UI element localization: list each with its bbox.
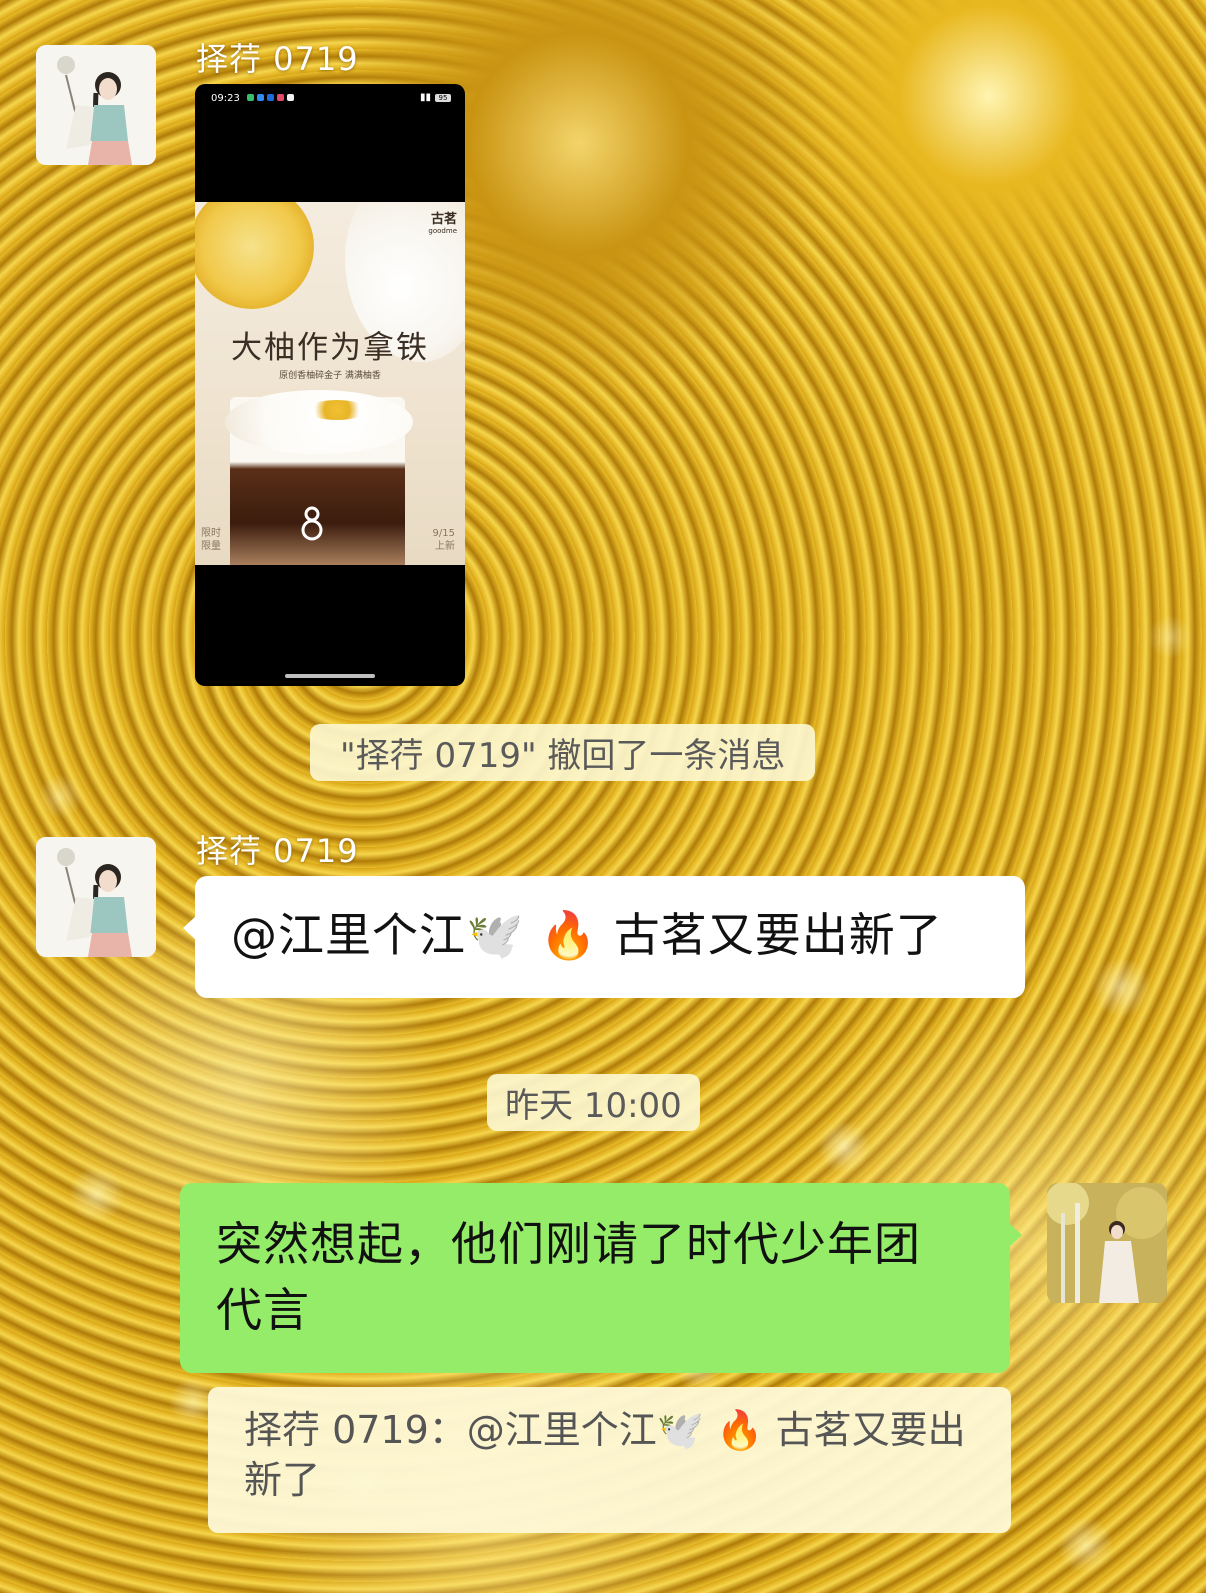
status-time: 09:23 [211,93,240,104]
recall-notice: "择荇 0719" 撤回了一条消息 [310,724,816,781]
poster-left-line1: 限时 [201,528,221,539]
sender-avatar[interactable] [36,837,156,957]
poster-title: 大柚作为拿铁 [231,330,429,366]
poster-limited-note: 限时 限量 [201,527,221,553]
brand-logo: 古茗 goodme [428,208,457,235]
my-avatar[interactable] [1047,1183,1167,1303]
signal-icon: ▮▮ [419,92,431,103]
outgoing-text-bubble[interactable]: 突然想起，他们刚请了时代少年团 代言 [180,1183,1022,1373]
status-right: ▮▮ 95 [420,92,451,103]
avatar-illustration [36,837,156,957]
cup-foam [225,390,413,454]
battery-icon: 95 [435,93,451,102]
quoted-message[interactable]: 择荇 0719：@江里个江🕊️ 🔥 古茗又要出新了 [208,1387,1011,1533]
pomelo-slice-image [195,202,314,309]
poster-date-note: 9/15 上新 [433,527,455,553]
message-text: 突然想起，他们刚请了时代少年团 代言 [216,1211,986,1343]
sender-name: 择荇 0719 [196,832,359,870]
goodme-g-logo-icon [301,506,323,541]
message-line-2: 代言 [216,1283,310,1337]
avatar-illustration [36,45,156,165]
zest-topping [307,400,367,420]
sender-name: 择荇 0719 [196,40,359,78]
poster-left-line2: 限量 [201,541,221,552]
incoming-text-bubble[interactable]: @江里个江🕊️ 🔥 古茗又要出新了 [183,876,1025,998]
message-line-1: 突然想起，他们刚请了时代少年团 [216,1217,921,1271]
poster-right-line2: 上新 [435,541,455,552]
message-text: @江里个江🕊️ 🔥 古茗又要出新了 [231,908,943,962]
brand-cn: 古茗 [430,212,457,227]
sender-avatar[interactable] [36,45,156,165]
avatar-photo-image [1047,1183,1167,1303]
image-message[interactable]: 09:23 ▮▮ 95 古茗 goodme 大柚作为拿铁 原创香柚碎金子 满满柚… [195,84,465,686]
poster-subtitle: 原创香柚碎金子 满满柚香 [279,371,381,381]
brand-en: goodme [428,227,457,235]
poster-right-line1: 9/15 [432,528,455,539]
screenshot-status-bar: 09:23 ▮▮ 95 [195,84,465,114]
poster-image: 古茗 goodme 大柚作为拿铁 原创香柚碎金子 满满柚香 限时 限量 9/15… [195,202,465,565]
home-indicator [285,674,375,678]
notification-icons [247,94,294,101]
timestamp: 昨天 10:00 [487,1074,700,1131]
quoted-text: 择荇 0719：@江里个江🕊️ 🔥 古茗又要出新了 [244,1408,966,1502]
